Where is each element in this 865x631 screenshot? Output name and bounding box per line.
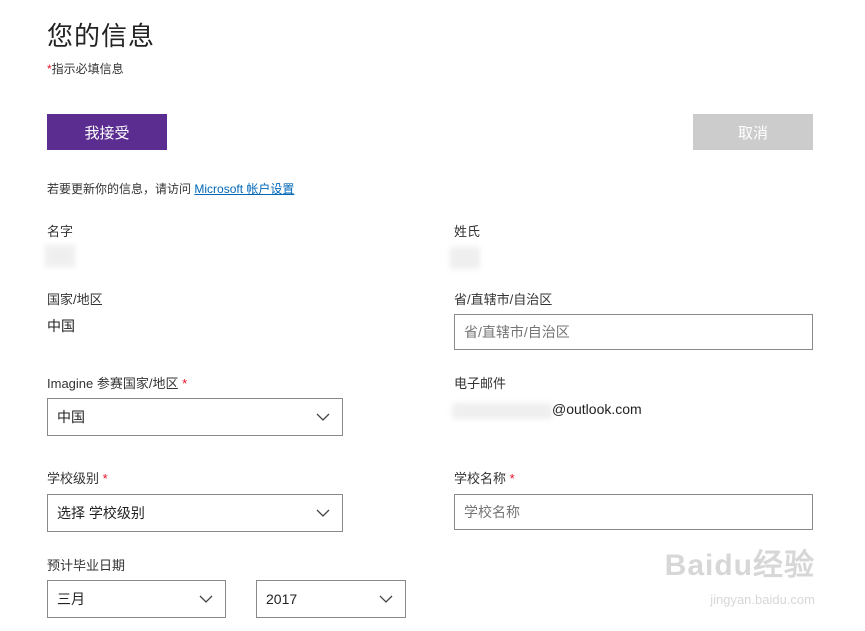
imagine-country-select[interactable]: 中国: [47, 398, 343, 436]
school-level-label: 学校级别 *: [47, 468, 108, 487]
email-label: 电子邮件: [454, 376, 507, 391]
chevron-down-icon: [199, 595, 213, 603]
school-level-select-value: 选择 学校级别: [57, 505, 145, 521]
graduation-year-select[interactable]: 2017: [256, 580, 406, 618]
imagine-country-label-text: Imagine 参赛国家/地区: [47, 376, 179, 391]
last-name-value-redacted: [450, 247, 480, 269]
country-value: 中国: [47, 318, 75, 334]
imagine-country-label: Imagine 参赛国家/地区 *: [47, 373, 187, 392]
required-note-text: 指示必填信息: [51, 62, 124, 76]
update-info-prefix: 若要更新你的信息，请访问: [47, 182, 192, 196]
required-note: *指示必填信息: [47, 60, 124, 77]
graduation-month-select[interactable]: 三月: [47, 580, 226, 618]
watermark-brand: Baidu经验: [664, 549, 815, 582]
chevron-down-icon: [316, 413, 330, 421]
graduation-date-label: 预计毕业日期: [47, 558, 126, 573]
accept-button[interactable]: 我接受: [47, 114, 167, 150]
cancel-button[interactable]: 取消: [693, 114, 813, 150]
first-name-value-redacted: [45, 245, 75, 267]
province-input[interactable]: [454, 314, 813, 350]
page-title: 您的信息: [47, 21, 156, 51]
imagine-country-select-value: 中国: [57, 409, 85, 425]
required-star: *: [102, 471, 108, 486]
email-domain: @outlook.com: [552, 401, 642, 417]
graduation-year-value: 2017: [266, 591, 298, 607]
account-settings-link[interactable]: Microsoft 帐户设置: [194, 182, 294, 196]
school-name-label-text: 学校名称: [454, 471, 507, 486]
province-label: 省/直辖市/自治区: [454, 292, 553, 307]
school-name-label: 学校名称 *: [454, 468, 515, 487]
school-level-select[interactable]: 选择 学校级别: [47, 494, 343, 532]
school-name-input[interactable]: [454, 494, 813, 530]
chevron-down-icon: [316, 509, 330, 517]
required-star: *: [182, 376, 188, 391]
last-name-label: 姓氏: [454, 224, 481, 239]
chevron-down-icon: [379, 595, 393, 603]
country-label: 国家/地区: [47, 292, 103, 307]
first-name-label: 名字: [47, 224, 74, 239]
watermark-url: jingyan.baidu.com: [710, 592, 815, 607]
email-user-redacted: [452, 403, 552, 419]
update-info-text: 若要更新你的信息，请访问 Microsoft 帐户设置: [47, 180, 294, 197]
school-level-label-text: 学校级别: [47, 471, 100, 486]
graduation-month-value: 三月: [57, 591, 85, 607]
required-star: *: [509, 471, 515, 486]
